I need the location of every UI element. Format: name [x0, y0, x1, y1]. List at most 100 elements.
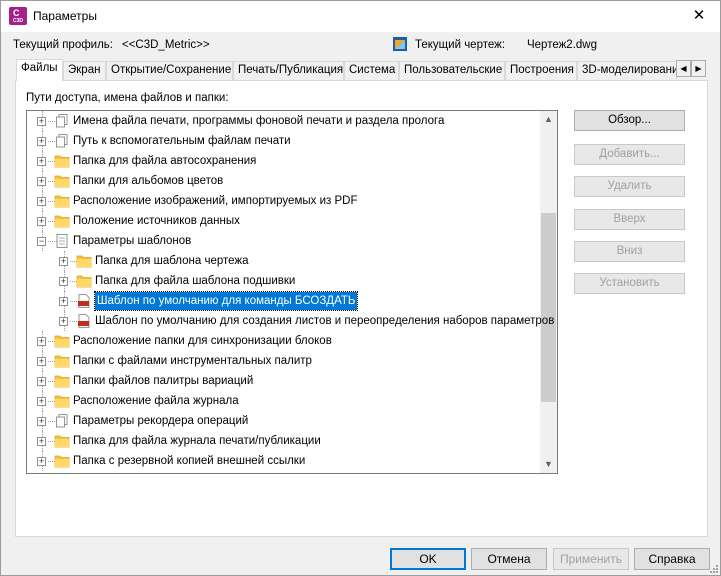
- tree-row[interactable]: + Положение источников данных: [27, 211, 537, 231]
- files-icon: [54, 414, 70, 428]
- app-icon-sub: C3D: [13, 18, 24, 24]
- add-button[interactable]: Добавить...: [574, 144, 685, 165]
- dwt-icon: [76, 294, 92, 308]
- drawing-icon: [393, 37, 407, 51]
- folder-icon: [54, 334, 70, 348]
- tree-row-label: Положение источников данных: [73, 215, 240, 227]
- expand-icon[interactable]: +: [59, 257, 68, 266]
- ok-button[interactable]: OK: [390, 548, 466, 570]
- tab-bar: Файлы Экран Открытие/Сохранение Печать/П…: [16, 59, 706, 81]
- files-icon: [54, 114, 70, 128]
- tree-row-label: Расположение файла журнала: [73, 395, 239, 407]
- tab-plot-publish[interactable]: Печать/Публикация: [233, 61, 344, 80]
- tab-system[interactable]: Система: [344, 61, 399, 80]
- folder-icon: [54, 454, 70, 468]
- tree-row[interactable]: + Папки с файлами инструментальных палитр: [27, 351, 537, 371]
- tree-row[interactable]: + Папка для файла автосохранения: [27, 151, 537, 171]
- tree-scrollbar[interactable]: ▲ ▼: [540, 111, 557, 473]
- tab-scroll-arrows: ◀ ▶: [676, 60, 706, 77]
- paths-label: Пути доступа, имена файлов и папки:: [26, 92, 229, 104]
- tab-open-save[interactable]: Открытие/Сохранение: [106, 61, 233, 80]
- folder-icon: [54, 374, 70, 388]
- folder-icon: [54, 154, 70, 168]
- browse-button[interactable]: Обзор...: [574, 110, 685, 131]
- set-current-button[interactable]: Установить: [574, 273, 685, 294]
- tab-files[interactable]: Файлы: [16, 59, 63, 81]
- expand-icon[interactable]: +: [37, 217, 46, 226]
- title-bar: C C3D Параметры ✕: [1, 1, 720, 32]
- tree-row-label: Папка для файла журнала печати/публикаци…: [73, 435, 321, 447]
- tree-row[interactable]: + Шаблон по умолчанию для создания листов…: [27, 311, 554, 331]
- tree-row[interactable]: + Папки для альбомов цветов: [27, 171, 537, 191]
- paths-tree[interactable]: ▲ ▼ + Имена файла печати, программы фонов…: [26, 110, 558, 474]
- scroll-up-icon[interactable]: ▲: [540, 111, 557, 128]
- expand-icon[interactable]: +: [59, 317, 68, 326]
- tree-row-label: Папка с резервной копией внешней ссылки: [73, 455, 306, 467]
- current-profile-label: Текущий профиль:: [13, 39, 113, 51]
- tree-row[interactable]: + Расположение изображений, импортируемых…: [27, 191, 537, 211]
- document-icon: [54, 234, 70, 248]
- options-dialog: C C3D Параметры ✕ Текущий профиль: <<C3D…: [0, 0, 721, 576]
- expand-icon[interactable]: +: [37, 177, 46, 186]
- expand-icon[interactable]: +: [37, 437, 46, 446]
- current-drawing-value: Чертеж2.dwg: [527, 39, 597, 51]
- tree-row-label: Папка для файла автосохранения: [73, 155, 257, 167]
- tree-row-label: Параметры рекордера операций: [73, 415, 249, 427]
- expand-icon[interactable]: +: [37, 337, 46, 346]
- resize-grip-icon[interactable]: [708, 563, 718, 573]
- scroll-thumb[interactable]: [541, 213, 556, 402]
- tab-scroll-left-icon[interactable]: ◀: [676, 60, 691, 77]
- folder-icon: [54, 354, 70, 368]
- tab-3d-modeling[interactable]: 3D-моделирование: [577, 61, 677, 80]
- tree-row[interactable]: + Папка для файла шаблона подшивки: [27, 271, 537, 291]
- folder-icon: [54, 434, 70, 448]
- current-drawing-label: Текущий чертеж:: [415, 39, 506, 51]
- expand-icon[interactable]: +: [37, 377, 46, 386]
- app-icon-letter: C: [13, 8, 20, 18]
- tab-user-preferences[interactable]: Пользовательские: [399, 61, 505, 80]
- files-icon: [54, 134, 70, 148]
- tree-row[interactable]: + Папки файлов палитры вариаций: [27, 371, 537, 391]
- expand-icon[interactable]: +: [37, 457, 46, 466]
- tab-scroll-right-icon[interactable]: ▶: [691, 60, 706, 77]
- folder-icon: [76, 274, 92, 288]
- expand-icon[interactable]: +: [37, 157, 46, 166]
- help-button[interactable]: Справка: [634, 548, 710, 570]
- tree-row-label: Шаблон по умолчанию для создания листов …: [95, 315, 555, 327]
- folder-icon: [54, 214, 70, 228]
- tree-row[interactable]: + Параметры рекордера операций: [27, 411, 537, 431]
- tab-display[interactable]: Экран: [63, 61, 106, 80]
- tree-row[interactable]: + Расположение файла журнала: [27, 391, 537, 411]
- tree-row-label: Папка для файла шаблона подшивки: [95, 275, 296, 287]
- expand-icon[interactable]: +: [37, 117, 46, 126]
- expand-icon[interactable]: +: [59, 277, 68, 286]
- move-down-button[interactable]: Вниз: [574, 241, 685, 262]
- scroll-down-icon[interactable]: ▼: [540, 456, 557, 473]
- expand-icon[interactable]: +: [37, 397, 46, 406]
- apply-button[interactable]: Применить: [553, 548, 629, 570]
- close-button[interactable]: ✕: [684, 5, 714, 27]
- cancel-button[interactable]: Отмена: [471, 548, 547, 570]
- tree-row[interactable]: + Путь к вспомогательным файлам печати: [27, 131, 537, 151]
- tree-row[interactable]: + Папка с резервной копией внешней ссылки: [27, 451, 537, 471]
- tree-row[interactable]: + Шаблон по умолчанию для команды БСОЗДАТ…: [27, 291, 537, 311]
- move-up-button[interactable]: Вверх: [574, 209, 685, 230]
- remove-button[interactable]: Удалить: [574, 176, 685, 197]
- expand-icon[interactable]: +: [37, 417, 46, 426]
- folder-icon: [54, 394, 70, 408]
- tree-row-label: Папки с файлами инструментальных палитр: [73, 355, 312, 367]
- tree-row[interactable]: + Расположение папки для синхронизации бл…: [27, 331, 537, 351]
- tree-row[interactable]: + Папка для шаблона чертежа: [27, 251, 537, 271]
- collapse-icon[interactable]: −: [37, 237, 46, 246]
- tree-row[interactable]: − Параметры шаблонов: [27, 231, 537, 251]
- tree-row[interactable]: + Имена файла печати, программы фоновой п…: [27, 111, 537, 131]
- tree-row-label: Параметры шаблонов: [73, 235, 192, 247]
- expand-icon[interactable]: +: [37, 357, 46, 366]
- tree-row-label: Папки для альбомов цветов: [73, 175, 224, 187]
- dwt-icon: [76, 314, 92, 328]
- expand-icon[interactable]: +: [37, 197, 46, 206]
- expand-icon[interactable]: +: [37, 137, 46, 146]
- tree-row[interactable]: + Папка для файла журнала печати/публикац…: [27, 431, 537, 451]
- expand-icon[interactable]: +: [59, 297, 68, 306]
- tab-drafting[interactable]: Построения: [505, 61, 577, 80]
